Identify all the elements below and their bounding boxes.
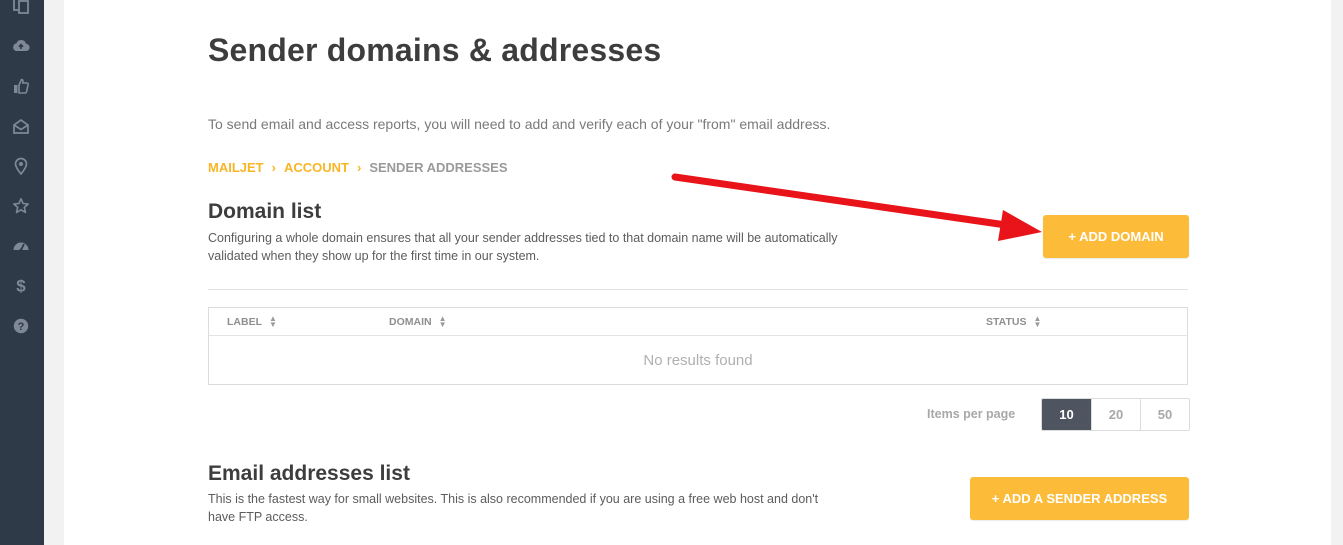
cloud-upload-icon[interactable] <box>12 37 30 55</box>
column-header-status[interactable]: STATUS ▲ ▼ <box>986 314 1042 329</box>
domain-list-description: Configuring a whole domain ensures that … <box>208 231 838 263</box>
items-per-page-selector: 10 20 50 <box>1041 398 1190 431</box>
sort-icon: ▲ ▼ <box>269 314 277 329</box>
table-header: LABEL ▲ ▼ DOMAIN ▲ ▼ STATUS ▲ ▼ <box>209 308 1187 336</box>
breadcrumb-account[interactable]: ACCOUNT <box>284 160 349 175</box>
help-icon[interactable]: ? <box>12 317 30 335</box>
email-list-description: This is the fastest way for small websit… <box>208 492 819 524</box>
svg-text:$: $ <box>16 277 26 295</box>
page-intro: To send email and access reports, you wi… <box>208 116 831 132</box>
page-size-20[interactable]: 20 <box>1091 399 1140 430</box>
dollar-icon[interactable]: $ <box>12 276 30 295</box>
map-pin-icon[interactable] <box>12 157 30 175</box>
table-empty-message: No results found <box>643 351 753 369</box>
svg-text:?: ? <box>18 321 25 333</box>
page-size-50[interactable]: 50 <box>1140 399 1189 430</box>
sort-icon: ▲ ▼ <box>438 314 447 329</box>
document-icon[interactable] <box>12 0 30 14</box>
envelope-open-icon[interactable] <box>12 117 30 135</box>
page-size-10[interactable]: 10 <box>1042 399 1091 430</box>
breadcrumb: MAILJET › ACCOUNT › SENDER ADDRESSES <box>208 160 508 175</box>
items-per-page-label: Items per page <box>927 407 1016 421</box>
breadcrumb-separator-icon: › <box>271 160 276 175</box>
thumbs-up-icon[interactable] <box>12 77 30 95</box>
add-sender-address-button[interactable]: + ADD A SENDER ADDRESS <box>970 477 1189 520</box>
email-list-title: Email addresses list <box>208 462 410 485</box>
section-divider <box>208 289 1188 290</box>
sort-icon: ▲ ▼ <box>1033 314 1042 329</box>
domain-table: LABEL ▲ ▼ DOMAIN ▲ ▼ STATUS ▲ ▼ No results … <box>208 307 1188 385</box>
star-icon[interactable] <box>12 197 30 215</box>
domain-list-title: Domain list <box>208 200 322 223</box>
page-title: Sender domains & addresses <box>208 32 662 68</box>
dashboard-gauge-icon[interactable] <box>12 237 30 255</box>
breadcrumb-separator-icon: › <box>356 160 362 175</box>
column-header-domain[interactable]: DOMAIN ▲ ▼ <box>389 314 447 329</box>
add-domain-button[interactable]: + ADD DOMAIN <box>1043 215 1189 258</box>
breadcrumb-mailjet[interactable]: MAILJET <box>208 160 264 175</box>
sidebar: $ ? <box>0 0 44 545</box>
column-header-label[interactable]: LABEL ▲ ▼ <box>227 314 277 329</box>
main-content: Sender domains & addresses To send email… <box>64 0 1331 545</box>
breadcrumb-current: SENDER ADDRESSES <box>369 160 508 175</box>
